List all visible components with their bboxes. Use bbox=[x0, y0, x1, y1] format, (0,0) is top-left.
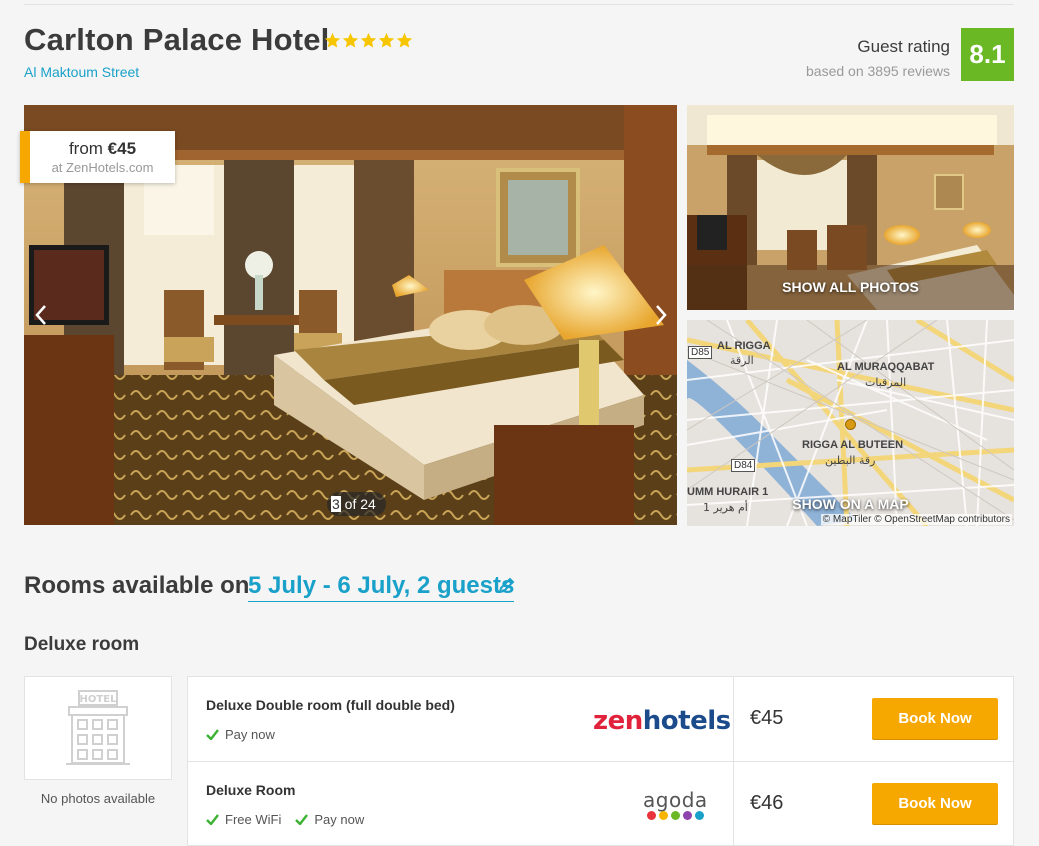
show-on-map-label: SHOW ON A MAP bbox=[792, 496, 909, 512]
hotel-location-pin-icon bbox=[845, 419, 856, 430]
show-all-photos-thumbnail[interactable]: SHOW ALL PHOTOS bbox=[687, 105, 1014, 310]
feature-item: Pay now bbox=[206, 727, 275, 742]
photo-counter-current: 3 bbox=[331, 496, 341, 512]
column-divider bbox=[733, 677, 734, 762]
price-from-value: €45 bbox=[107, 139, 137, 158]
feature-label: Pay now bbox=[225, 727, 275, 742]
road-badge-d85: D85 bbox=[688, 346, 713, 359]
offer-features: Free WiFi Pay now bbox=[206, 812, 364, 827]
star-icon bbox=[342, 32, 359, 48]
star-rating bbox=[324, 32, 413, 49]
hotel-name: Carlton Palace Hotel bbox=[24, 22, 330, 57]
offer-features: Pay now bbox=[206, 727, 275, 742]
zenhotels-logo-zen: zen bbox=[593, 706, 643, 736]
map-label-al-muraqqabat-ar: المرقبات bbox=[865, 376, 907, 389]
agoda-dot bbox=[694, 811, 704, 820]
map-label-rigga-al-buteen: RIGGA AL BUTEEN bbox=[802, 439, 904, 451]
svg-text:HOTEL: HOTEL bbox=[80, 694, 118, 705]
book-now-button[interactable]: Book Now bbox=[872, 783, 998, 824]
guest-rating-label: Guest rating bbox=[857, 37, 950, 56]
show-all-photos-label: SHOW ALL PHOTOS bbox=[782, 279, 919, 295]
book-now-button[interactable]: Book Now bbox=[872, 698, 998, 739]
chevron-left-icon bbox=[35, 305, 46, 325]
offer-room-name: Deluxe Room bbox=[206, 782, 296, 798]
price-from-prefix: from bbox=[68, 139, 108, 158]
road-badge-d84: D84 bbox=[731, 459, 756, 472]
offer-row: Deluxe Room Free WiFi Pay now agoda €46 bbox=[188, 761, 1013, 846]
map-label-al-rigga-ar: الرقة bbox=[730, 354, 754, 367]
map-label-al-muraqqabat: AL MURAQQABAT bbox=[837, 361, 935, 373]
top-divider bbox=[24, 4, 1014, 5]
agoda-dot bbox=[658, 811, 668, 820]
feature-item: Free WiFi bbox=[206, 812, 281, 827]
room-offers-table: Deluxe Double room (full double bed) Pay… bbox=[187, 676, 1014, 846]
photo-counter: 3 of 24 bbox=[327, 492, 386, 516]
rating-score-badge: 8.1 bbox=[961, 28, 1014, 81]
check-icon bbox=[206, 814, 219, 825]
hotel-building-icon: HOTEL bbox=[66, 690, 130, 765]
offer-price: €45 bbox=[750, 707, 784, 729]
offer-price: €46 bbox=[750, 792, 784, 814]
star-icon bbox=[378, 32, 395, 48]
photo-counter-total: of 24 bbox=[340, 496, 376, 512]
agoda-dot bbox=[646, 811, 656, 820]
dates-guests-link[interactable]: 5 July - 6 July, 2 guests bbox=[248, 572, 515, 602]
price-source: at ZenHotels.com bbox=[51, 160, 154, 175]
review-count: based on 3895 reviews bbox=[806, 63, 950, 79]
feature-label: Pay now bbox=[314, 812, 365, 827]
star-icon bbox=[396, 32, 413, 48]
column-divider bbox=[733, 762, 734, 846]
agoda-dots bbox=[643, 811, 708, 820]
map-attribution[interactable]: © MapTiler © OpenStreetMap contributors bbox=[820, 514, 1012, 525]
map-label-rigga-al-buteen-ar: رقة البطين bbox=[825, 454, 876, 467]
offer-row: Deluxe Double room (full double bed) Pay… bbox=[188, 677, 1013, 762]
pencil-edit-icon[interactable] bbox=[498, 575, 516, 593]
location-map[interactable]: D85 D84 AL RIGGA الرقة AL MURAQQABAT الم… bbox=[687, 320, 1014, 526]
star-icon bbox=[324, 32, 341, 48]
zenhotels-logo-hotels: hotels bbox=[642, 706, 731, 736]
offer-room-name: Deluxe Double room (full double bed) bbox=[206, 697, 455, 713]
lowest-price-tag[interactable]: from €45 at ZenHotels.com bbox=[20, 131, 175, 183]
agoda-dot bbox=[670, 811, 680, 820]
feature-label: Free WiFi bbox=[225, 812, 282, 827]
map-label-al-rigga: AL RIGGA bbox=[717, 340, 771, 352]
next-photo-button[interactable] bbox=[646, 300, 676, 330]
agoda-wordmark: agoda bbox=[643, 788, 708, 812]
rooms-available-heading: Rooms available on bbox=[24, 572, 250, 599]
feature-item: Pay now bbox=[295, 812, 364, 827]
agoda-logo: agoda bbox=[643, 788, 708, 820]
prev-photo-button[interactable] bbox=[26, 300, 56, 330]
no-photo-placeholder: HOTEL bbox=[24, 676, 172, 780]
price-from: from €45 bbox=[30, 139, 175, 159]
hotel-address-link[interactable]: Al Maktoum Street bbox=[24, 64, 139, 80]
no-photos-label: No photos available bbox=[40, 791, 156, 806]
room-type-heading: Deluxe room bbox=[24, 634, 140, 655]
check-icon bbox=[295, 814, 309, 825]
star-icon bbox=[360, 32, 377, 48]
agoda-dot bbox=[682, 811, 692, 820]
check-icon bbox=[206, 729, 219, 740]
chevron-right-icon bbox=[656, 305, 667, 325]
zenhotels-logo: zenhotels bbox=[593, 706, 731, 736]
